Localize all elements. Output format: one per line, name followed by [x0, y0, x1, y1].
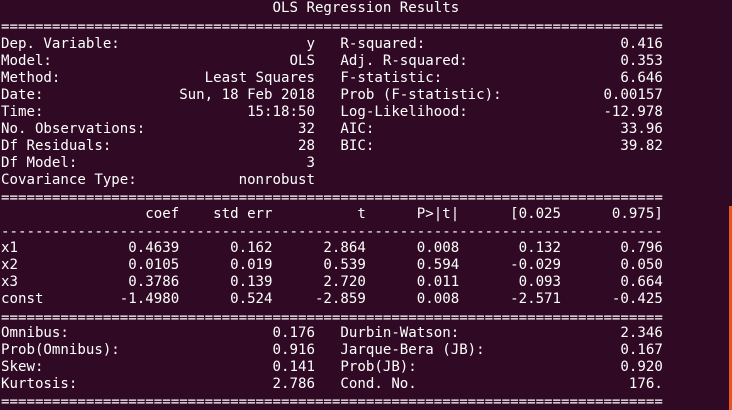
summary-row-dep-variable: Dep. Variable: y R-squared: 0.416 — [1, 36, 663, 52]
separator-line: ========================================… — [1, 19, 663, 35]
output-title: OLS Regression Results — [1, 0, 697, 16]
diagnostics-row-skew: Skew: 0.141 Prob(JB): 0.920 — [1, 359, 663, 375]
coef-row-const: const -1.4980 0.524 -2.859 0.008 -2.571 … — [1, 291, 663, 307]
summary-row-observations: No. Observations: 32 AIC: 33.96 — [1, 121, 663, 137]
summary-row-df-model: Df Model: 3 — [1, 155, 663, 171]
summary-row-date: Date: Sun, 18 Feb 2018 Prob (F-statistic… — [1, 87, 663, 103]
summary-row-df-residuals: Df Residuals: 28 BIC: 39.82 — [1, 138, 663, 154]
coef-row-x3: x3 0.3786 0.139 2.720 0.011 0.093 0.664 — [1, 274, 663, 290]
summary-row-covariance: Covariance Type: nonrobust — [1, 172, 663, 188]
coef-row-x2: x2 0.0105 0.019 0.539 0.594 -0.029 0.050 — [1, 257, 663, 273]
terminal-window[interactable]: OLS Regression Results =================… — [0, 0, 732, 410]
coef-table-header: coef std err t P>|t| [0.025 0.975] — [1, 206, 663, 222]
separator-line: ========================================… — [1, 394, 663, 410]
dashed-separator: ----------------------------------------… — [1, 224, 663, 240]
summary-row-time: Time: 15:18:50 Log-Likelihood: -12.978 — [1, 104, 663, 120]
diagnostics-row-omnibus: Omnibus: 0.176 Durbin-Watson: 2.346 — [1, 325, 663, 341]
diagnostics-row-kurtosis: Kurtosis: 2.786 Cond. No. 176. — [1, 376, 663, 392]
diagnostics-row-prob-omnibus: Prob(Omnibus): 0.916 Jarque-Bera (JB): 0… — [1, 342, 663, 358]
separator-line: ========================================… — [1, 190, 663, 206]
summary-row-model: Model: OLS Adj. R-squared: 0.353 — [1, 53, 663, 69]
summary-row-method: Method: Least Squares F-statistic: 6.646 — [1, 70, 663, 86]
coef-row-x1: x1 0.4639 0.162 2.864 0.008 0.132 0.796 — [1, 240, 663, 256]
